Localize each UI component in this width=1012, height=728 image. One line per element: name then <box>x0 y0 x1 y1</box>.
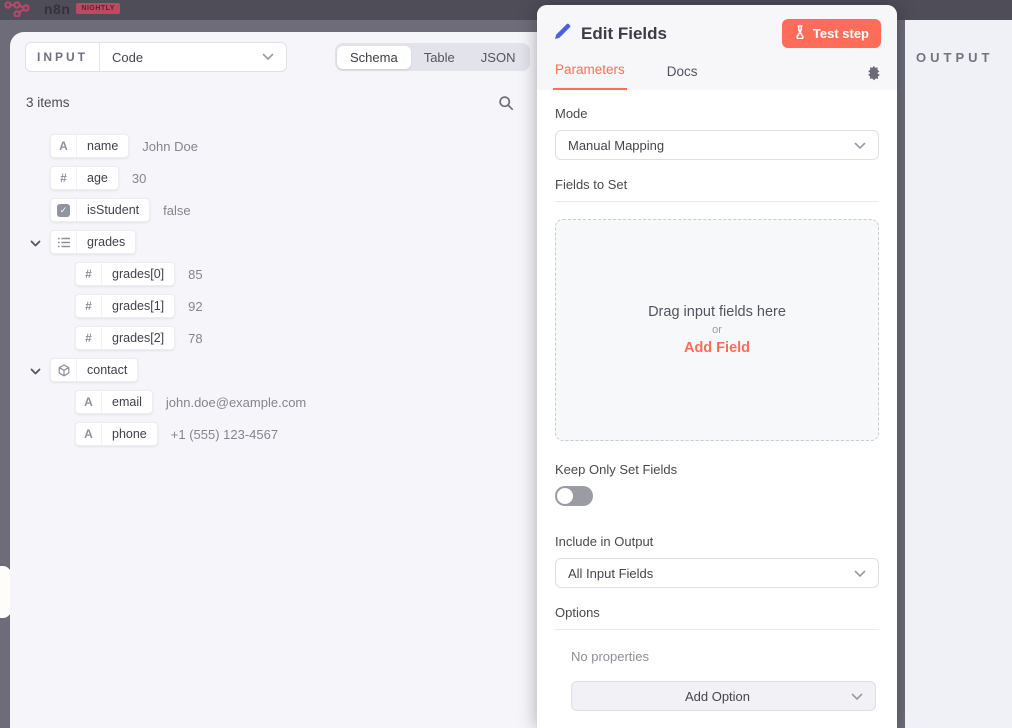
input-source-control: INPUT Code <box>25 42 287 72</box>
array-type-icon <box>51 231 77 253</box>
add-option-select[interactable]: Add Option <box>571 681 876 711</box>
input-panel-label: INPUT <box>26 43 100 71</box>
gear-icon[interactable] <box>866 66 881 81</box>
input-source-value: Code <box>112 50 143 65</box>
field-pill[interactable]: contact <box>50 358 138 382</box>
number-type-icon: # <box>76 263 102 285</box>
test-step-button[interactable]: Test step <box>782 19 881 48</box>
collapse-chevron-icon[interactable] <box>30 363 41 381</box>
input-source-select[interactable]: Code <box>100 43 286 71</box>
keep-only-set-fields-label: Keep Only Set Fields <box>555 462 879 477</box>
mode-label: Mode <box>555 106 879 121</box>
output-panel: OUTPUT <box>905 20 1012 728</box>
include-in-output-label: Include in Output <box>555 534 879 549</box>
field-pill[interactable]: #age <box>50 166 119 190</box>
tree-row: #grades[0] 85 <box>10 258 545 290</box>
collapse-chevron-icon[interactable] <box>30 235 41 253</box>
view-tab-schema[interactable]: Schema <box>337 46 411 69</box>
tab-parameters[interactable]: Parameters <box>553 62 627 90</box>
pencil-icon <box>553 22 572 46</box>
tree-row: #age 30 <box>10 162 545 194</box>
field-pill[interactable]: ✓isStudent <box>50 198 150 222</box>
field-name: name <box>77 135 128 157</box>
tree-row: ✓isStudent false <box>10 194 545 226</box>
n8n-logo-icon: n8n NIGHTLY <box>4 1 120 17</box>
string-type-icon: A <box>76 391 102 413</box>
test-step-label: Test step <box>813 26 869 41</box>
field-pill[interactable]: #grades[2] <box>75 326 175 350</box>
tree-row: #grades[2] 78 <box>10 322 545 354</box>
add-field-link[interactable]: Add Field <box>684 340 750 356</box>
number-type-icon: # <box>51 167 77 189</box>
field-value: +1 (555) 123-4567 <box>171 427 278 442</box>
field-value: john.doe@example.com <box>166 395 306 410</box>
dropzone-or-text: or <box>712 324 722 336</box>
field-value: 78 <box>188 331 202 346</box>
input-view-tabs: SchemaTableJSON <box>335 43 530 71</box>
search-icon[interactable] <box>495 92 517 114</box>
logo-text: n8n <box>44 1 70 17</box>
add-option-label: Add Option <box>584 689 851 704</box>
tree-row: #grades[1] 92 <box>10 290 545 322</box>
boolean-type-icon: ✓ <box>51 199 77 221</box>
field-name: phone <box>102 423 157 445</box>
input-panel: INPUT Code SchemaTableJSON 3 items Aname… <box>10 32 545 728</box>
tab-docs[interactable]: Docs <box>665 64 700 90</box>
field-value: 92 <box>188 299 202 314</box>
chevron-down-icon <box>854 138 866 153</box>
field-name: age <box>77 167 118 189</box>
include-in-output-select[interactable]: All Input Fields <box>555 558 879 588</box>
field-value: false <box>163 203 190 218</box>
chevron-down-icon <box>851 689 863 704</box>
tree-row: contact <box>10 354 545 386</box>
output-panel-label: OUTPUT <box>916 50 993 65</box>
field-pill[interactable]: grades <box>50 230 136 254</box>
field-name: email <box>102 391 152 413</box>
field-name: isStudent <box>77 199 149 221</box>
node-panel-header: Edit Fields Test step Parameters Docs <box>537 5 897 90</box>
view-tab-json[interactable]: JSON <box>468 46 529 69</box>
node-parameters-body: Mode Manual Mapping Fields to Set Drag i… <box>537 90 897 711</box>
field-name: grades[0] <box>102 263 174 285</box>
nightly-badge: NIGHTLY <box>76 3 120 14</box>
tree-row: grades <box>10 226 545 258</box>
drag-fields-dropzone[interactable]: Drag input fields here or Add Field <box>555 219 879 441</box>
field-pill[interactable]: #grades[0] <box>75 262 175 286</box>
field-value: 30 <box>132 171 146 186</box>
chevron-down-icon <box>262 53 274 61</box>
field-pill[interactable]: Aphone <box>75 422 158 446</box>
include-in-output-value: All Input Fields <box>568 566 653 581</box>
field-pill[interactable]: Aname <box>50 134 129 158</box>
flask-icon <box>794 25 806 42</box>
view-tab-table[interactable]: Table <box>411 46 468 69</box>
string-type-icon: A <box>51 135 77 157</box>
tree-row: Aphone +1 (555) 123-4567 <box>10 418 545 450</box>
number-type-icon: # <box>76 327 102 349</box>
node-settings-panel: Edit Fields Test step Parameters Docs Mo… <box>537 5 897 728</box>
field-pill[interactable]: Aemail <box>75 390 153 414</box>
keep-only-set-fields-toggle[interactable] <box>555 486 593 506</box>
options-label: Options <box>555 605 879 630</box>
number-type-icon: # <box>76 295 102 317</box>
field-name: contact <box>77 359 137 381</box>
tree-row: Aname John Doe <box>10 130 545 162</box>
string-type-icon: A <box>76 423 102 445</box>
dropzone-text: Drag input fields here <box>648 304 786 320</box>
mode-select[interactable]: Manual Mapping <box>555 130 879 160</box>
field-name: grades[2] <box>102 327 174 349</box>
field-value: 85 <box>188 267 202 282</box>
field-pill[interactable]: #grades[1] <box>75 294 175 318</box>
object-type-icon <box>51 359 77 381</box>
field-name: grades <box>77 231 135 253</box>
mode-value: Manual Mapping <box>568 138 664 153</box>
options-empty-text: No properties <box>571 649 879 664</box>
schema-tree: AnameJohn Doe#age30✓isStudentfalsegrades… <box>10 130 545 450</box>
fields-to-set-label: Fields to Set <box>555 177 879 202</box>
field-value: John Doe <box>142 139 198 154</box>
tree-row: Aemail john.doe@example.com <box>10 386 545 418</box>
chevron-down-icon <box>854 566 866 581</box>
node-title: Edit Fields <box>581 24 773 44</box>
items-count: 3 items <box>26 95 70 110</box>
field-name: grades[1] <box>102 295 174 317</box>
